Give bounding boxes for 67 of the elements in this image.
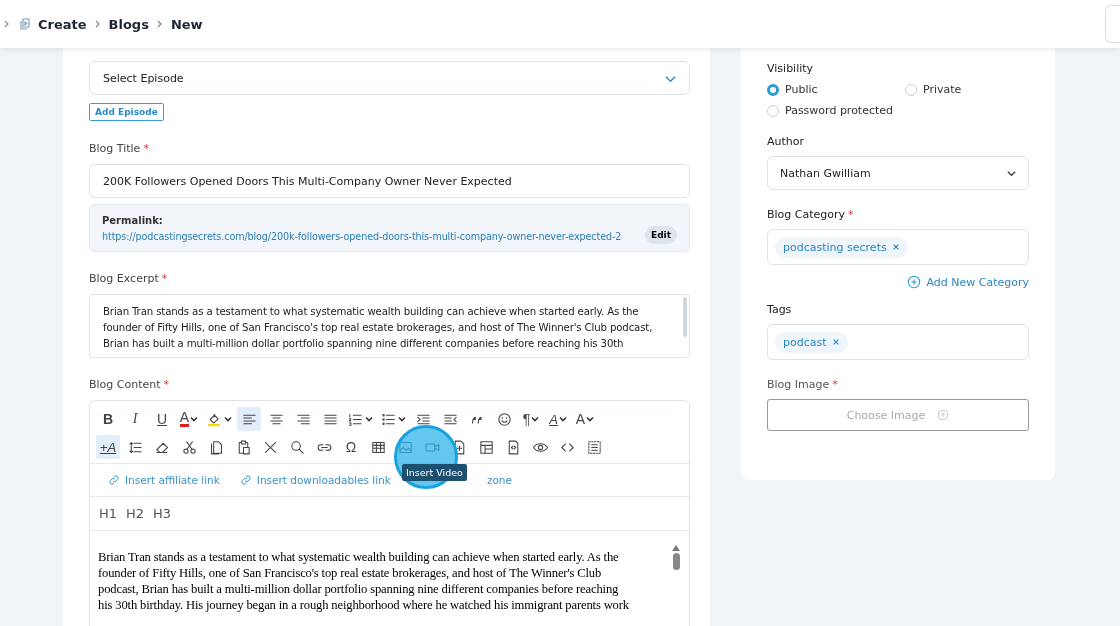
required-mark: * <box>143 142 149 155</box>
toolbar-button[interactable]: A <box>546 407 570 431</box>
field-label: Blog Content <box>89 378 161 391</box>
field-label: Blog Image * <box>767 378 839 391</box>
template-icon <box>477 438 495 456</box>
toolbar-button[interactable]: B <box>96 407 120 431</box>
caret-icon <box>190 415 199 423</box>
upload-icon <box>937 409 950 421</box>
author-select[interactable]: Nathan Gwilliam <box>767 156 1029 190</box>
category-input[interactable]: podcasting secrets <box>767 229 1029 265</box>
insert-video-tooltip: Insert Video <box>402 464 467 481</box>
add-episode-button[interactable]: Add Episode <box>89 103 164 121</box>
emoji-icon <box>495 410 513 428</box>
category-chip[interactable]: podcasting secrets <box>775 236 908 258</box>
field-label: Blog Excerpt <box>89 272 159 285</box>
field-label: Tags <box>767 303 793 316</box>
radio-option[interactable]: Password protected <box>767 104 905 117</box>
required-mark: * <box>163 378 170 391</box>
required-mark: * <box>161 272 168 285</box>
toolbar-button[interactable]: I <box>123 407 147 431</box>
heading-button[interactable]: H1 <box>99 506 118 521</box>
field-label: Visibility <box>767 62 815 75</box>
breadcrumb-link[interactable]: Blogs <box>108 16 149 32</box>
radio-option[interactable]: Public <box>767 83 905 96</box>
toolbar-button[interactable]: Ω <box>339 435 363 459</box>
tag-chip[interactable]: podcast <box>775 331 848 353</box>
permalink-label: Permalink: <box>102 214 164 226</box>
radio-option[interactable]: Private <box>905 83 1029 96</box>
link-icon <box>239 474 252 486</box>
field-label: Blog Category * <box>767 208 855 221</box>
document-icon <box>18 17 32 31</box>
toolbar-button[interactable]: +A <box>96 435 120 459</box>
insert-link[interactable]: Insert affiliate link <box>108 474 220 486</box>
close-icon[interactable] <box>891 243 900 251</box>
link-icon <box>108 474 120 486</box>
permalink-link[interactable]: https://podcastingsecrets.com/blog/200k-followers-opened-doors-this-multi-company-owner-never-expected-2 <box>102 230 622 242</box>
tags-input[interactable]: podcast <box>767 324 1029 360</box>
toolbar-button[interactable]: A <box>177 407 201 431</box>
insert-link[interactable]: zone <box>486 474 512 486</box>
edit-button[interactable]: Edit <box>645 226 677 244</box>
insert-link[interactable]: Insert downloadables link <box>239 474 391 486</box>
field-label: Blog Title <box>89 142 141 155</box>
episode-select[interactable]: Select Episode <box>89 61 690 95</box>
toolbar-button[interactable]: A <box>573 407 597 431</box>
caret-icon <box>398 415 406 423</box>
cut-icon <box>180 438 198 456</box>
field-label: Author <box>767 135 806 148</box>
select-all-icon <box>585 438 603 456</box>
caret-icon <box>224 415 232 423</box>
caret-icon <box>586 415 595 423</box>
close-icon[interactable] <box>831 338 840 346</box>
heading-button[interactable]: H3 <box>153 506 172 521</box>
content-text: Brian Tran stands as a testament to what systematic wealth building can achieve when started early. As the founder of Fifty Hills, one of San Francisco's top real estate brokerages, and host of The Winner's Club podcast, Brian has built a multi-million dollar portfolio spanning nine different companies before reaching his 30th birthday. His journey began in a rough neighborhood where he watched his immigrant parents work <box>98 549 630 613</box>
toolbar-button[interactable]: ¶ <box>519 407 543 431</box>
breadcrumb-link[interactable]: New <box>170 16 203 32</box>
title-input[interactable]: 200K Followers Opened Doors This Multi-Company Owner Never Expected <box>89 164 690 198</box>
add-category-link[interactable]: Add New Category <box>907 275 1029 289</box>
heading-button[interactable]: H2 <box>126 506 145 521</box>
caret-icon <box>558 415 567 423</box>
plus-circle-icon <box>907 275 922 289</box>
caret-icon <box>531 415 540 423</box>
toolbar-button[interactable] <box>237 407 261 431</box>
excerpt-textarea[interactable]: Brian Tran stands as a testament to what systematic wealth building can achieve when started early. As the founder of Fifty Hills, one of San Francisco's top real estate brokerages, and host of The Winner's Club podcast, Brian has built a multi-million dollar portfolio spanning nine different companies before reaching his 30th <box>89 294 690 358</box>
search-icon <box>288 438 306 456</box>
toolbar-button[interactable]: U <box>150 407 174 431</box>
caret-icon <box>365 415 373 423</box>
breadcrumb-link[interactable]: Create <box>38 16 87 32</box>
